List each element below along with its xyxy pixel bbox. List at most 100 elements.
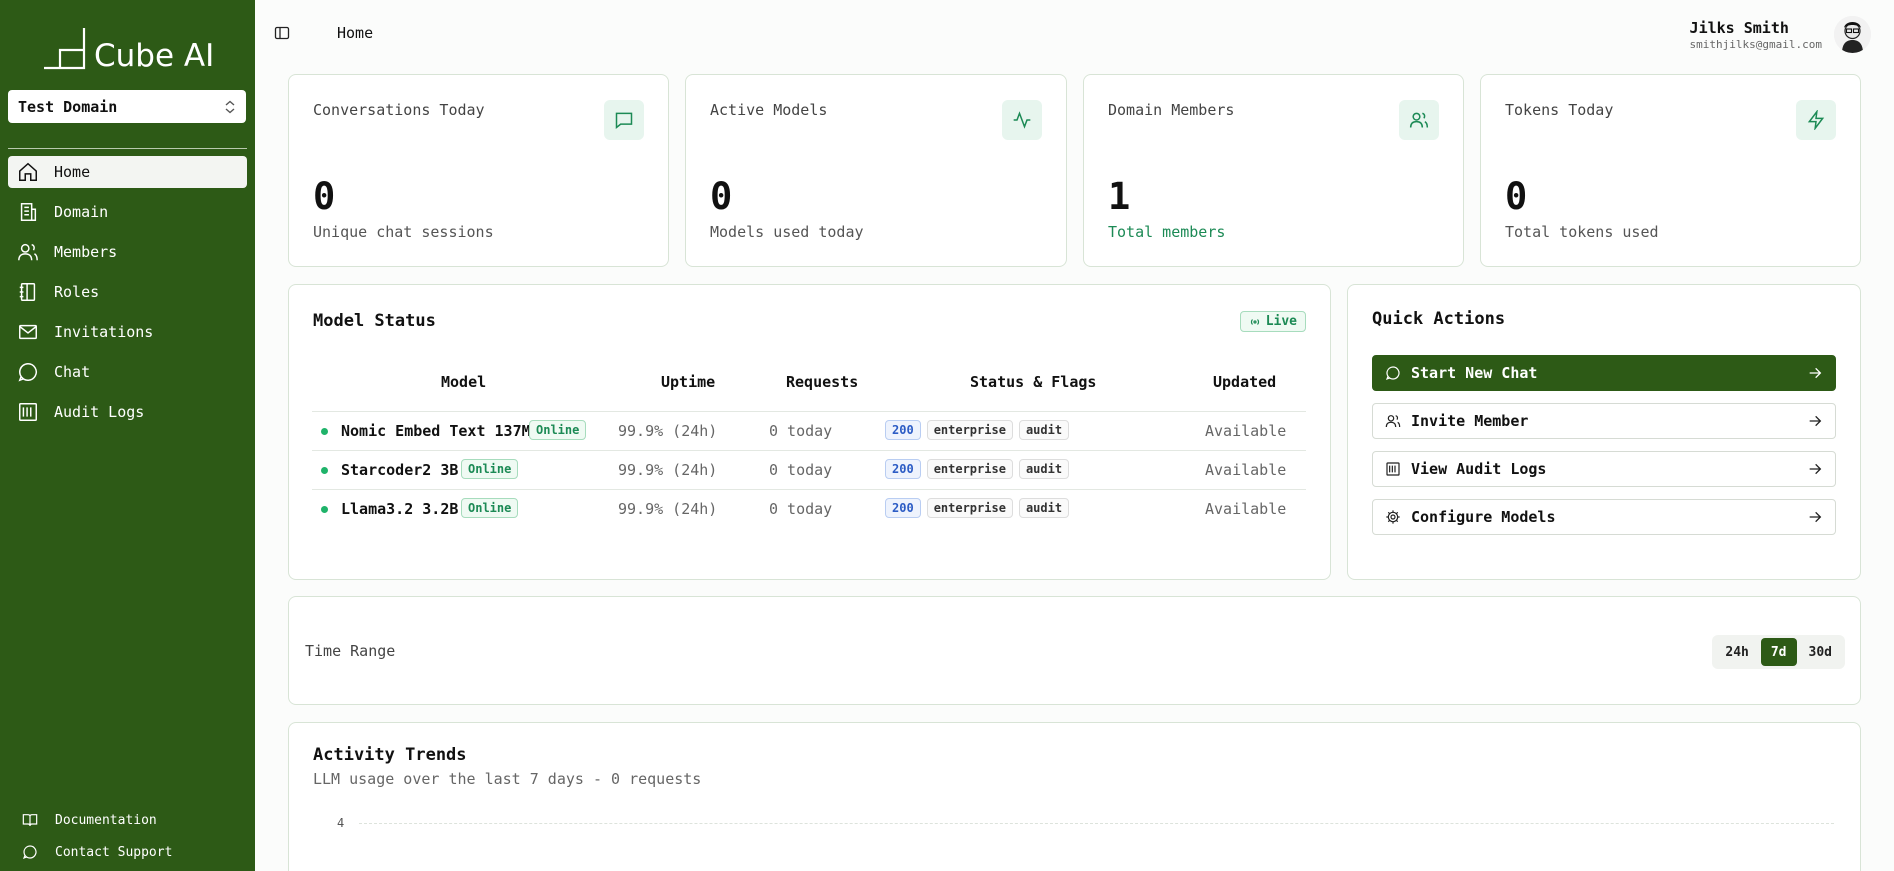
stat-title: Conversations Today xyxy=(313,101,485,119)
activity-trends-card: Activity Trends LLM usage over the last … xyxy=(288,722,1861,871)
stat-title: Tokens Today xyxy=(1505,101,1614,119)
sidebar-item-chat[interactable]: Chat xyxy=(8,356,247,388)
user-email: smithjilks@gmail.com xyxy=(1689,38,1822,51)
status-badge: Online xyxy=(461,459,519,479)
uptime-value: 99.9% (24h) xyxy=(618,500,718,518)
model-name: Starcoder2 3B xyxy=(341,461,459,479)
top-bar: Home Jilks Smith smithjilks@gmail.com xyxy=(255,0,1894,66)
stat-value: 0 xyxy=(1505,175,1528,218)
domain-select[interactable]: Test Domain xyxy=(8,90,246,123)
logs-icon xyxy=(1385,461,1401,477)
button-label: Invite Member xyxy=(1411,412,1529,430)
contact-support-link[interactable]: Contact Support xyxy=(22,836,172,868)
activity-icon xyxy=(1002,100,1042,140)
avatar[interactable] xyxy=(1834,16,1871,53)
audit-badge: audit xyxy=(1018,420,1070,440)
chart-y-tick: 4 xyxy=(337,816,345,830)
sidebar-toggle-icon[interactable] xyxy=(274,25,290,41)
requests-value: 0 today xyxy=(769,422,833,440)
column-header-model[interactable]: Model xyxy=(441,373,486,391)
stat-value: 1 xyxy=(1108,175,1131,218)
app-logo[interactable]: Cube AI xyxy=(40,20,214,72)
gear-icon xyxy=(1385,509,1401,525)
requests-value: 0 today xyxy=(769,500,833,518)
sidebar-footer: Documentation Contact Support xyxy=(22,804,172,868)
sidebar-item-audit-logs[interactable]: Audit Logs xyxy=(8,396,247,428)
sidebar-item-members[interactable]: Members xyxy=(8,236,247,268)
breadcrumb[interactable]: Home xyxy=(337,24,373,42)
table-row[interactable]: Llama3.2 3.2B Online 99.9% (24h) 0 today… xyxy=(312,489,1306,528)
stat-subtitle: Total tokens used xyxy=(1505,223,1659,241)
user-info[interactable]: Jilks Smith smithjilks@gmail.com xyxy=(1690,19,1822,51)
status-dot xyxy=(321,428,328,435)
model-name: Llama3.2 3.2B xyxy=(341,500,459,518)
stat-card-tokens-today: Tokens Today 0 Total tokens used xyxy=(1480,74,1861,267)
updated-value: Available xyxy=(1205,422,1287,440)
range-30d-button[interactable]: 30d xyxy=(1799,638,1842,666)
uptime-value: 99.9% (24h) xyxy=(618,422,718,440)
domain-select-value: Test Domain xyxy=(18,97,118,116)
chart-gridline xyxy=(359,823,1834,824)
quick-actions-title: Quick Actions xyxy=(1372,309,1506,329)
stat-value: 0 xyxy=(313,175,336,218)
column-header-status-flags[interactable]: Status & Flags xyxy=(970,373,1096,391)
user-name: Jilks Smith xyxy=(1689,19,1789,37)
start-new-chat-button[interactable]: Start New Chat xyxy=(1372,355,1836,391)
stat-subtitle: Unique chat sessions xyxy=(313,223,494,241)
documentation-label: Documentation xyxy=(55,812,157,828)
view-audit-logs-button[interactable]: View Audit Logs xyxy=(1372,451,1836,487)
column-header-uptime[interactable]: Uptime xyxy=(661,373,715,391)
status-badge: Online xyxy=(529,420,587,440)
users-icon xyxy=(1385,413,1401,429)
enterprise-badge: enterprise xyxy=(926,498,1013,518)
sidebar-item-label: Invitations xyxy=(54,323,154,341)
sidebar-item-label: Audit Logs xyxy=(54,403,145,421)
configure-models-button[interactable]: Configure Models xyxy=(1372,499,1836,535)
stat-card-active-models: Active Models 0 Models used today xyxy=(685,74,1067,267)
zap-icon xyxy=(1796,100,1836,140)
updated-value: Available xyxy=(1205,461,1287,479)
sidebar-item-invitations[interactable]: Invitations xyxy=(8,316,247,348)
http-code-badge: 200 xyxy=(885,420,921,440)
contact-support-label: Contact Support xyxy=(55,844,173,860)
sidebar-item-label: Home xyxy=(54,163,91,181)
arrow-right-icon xyxy=(1807,413,1823,429)
activity-trends-title: Activity Trends xyxy=(313,745,467,765)
stat-subtitle: Models used today xyxy=(710,223,864,241)
documentation-link[interactable]: Documentation xyxy=(22,804,172,836)
stat-card-conversations: Conversations Today 0 Unique chat sessio… xyxy=(288,74,669,267)
model-name: Nomic Embed Text 137M xyxy=(341,422,531,440)
status-dot xyxy=(321,506,328,513)
range-24h-button[interactable]: 24h xyxy=(1715,638,1758,666)
users-icon xyxy=(17,241,39,263)
chat-icon xyxy=(1385,365,1401,381)
table-row[interactable]: Starcoder2 3B Online 99.9% (24h) 0 today… xyxy=(312,450,1306,489)
mail-icon xyxy=(17,321,39,343)
users-icon xyxy=(1399,100,1439,140)
logs-icon xyxy=(17,401,39,423)
arrow-right-icon xyxy=(1807,461,1823,477)
cube-logo-icon xyxy=(44,28,86,70)
stat-title: Domain Members xyxy=(1108,101,1235,119)
http-code-badge: 200 xyxy=(885,459,921,479)
book-icon xyxy=(22,812,38,828)
sidebar-divider xyxy=(8,148,247,149)
message-square-icon xyxy=(604,100,644,140)
sidebar-item-domain[interactable]: Domain xyxy=(8,196,247,228)
stat-subtitle: Total members xyxy=(1108,223,1226,241)
enterprise-badge: enterprise xyxy=(926,420,1013,440)
table-row[interactable]: Nomic Embed Text 137M Online 99.9% (24h)… xyxy=(312,411,1306,450)
time-range-toggle: 24h 7d 30d xyxy=(1712,635,1845,669)
column-header-updated[interactable]: Updated xyxy=(1213,373,1276,391)
range-7d-button[interactable]: 7d xyxy=(1760,638,1797,666)
enterprise-badge: enterprise xyxy=(926,459,1013,479)
activity-trends-subtitle: LLM usage over the last 7 days - 0 reque… xyxy=(313,770,702,788)
sidebar-item-home[interactable]: Home xyxy=(8,156,247,188)
radio-icon xyxy=(1250,318,1259,325)
sidebar-item-roles[interactable]: Roles xyxy=(8,276,247,308)
requests-value: 0 today xyxy=(769,461,833,479)
stat-title: Active Models xyxy=(710,101,828,119)
stat-card-domain-members: Domain Members 1 Total members xyxy=(1083,74,1464,267)
invite-member-button[interactable]: Invite Member xyxy=(1372,403,1836,439)
column-header-requests[interactable]: Requests xyxy=(786,373,858,391)
